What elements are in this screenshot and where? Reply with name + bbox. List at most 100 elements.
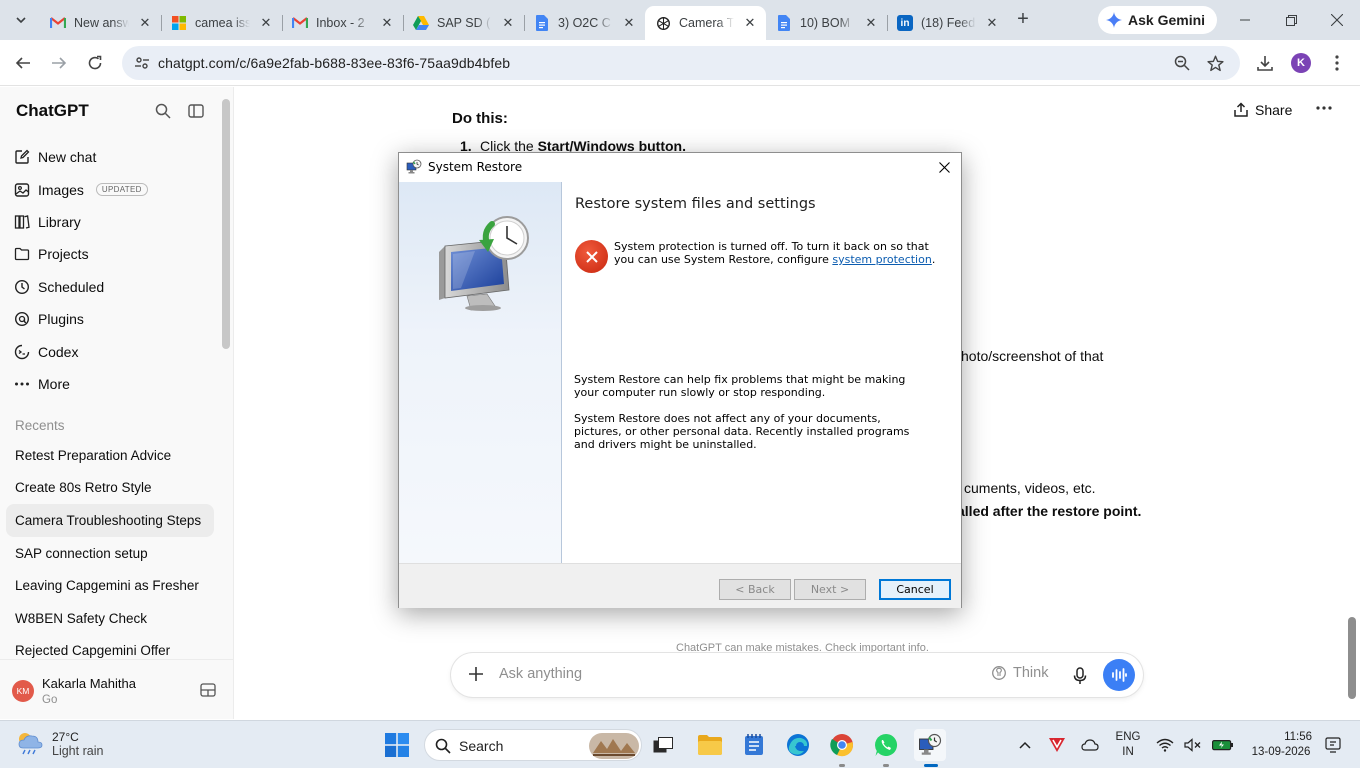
task-view-icon (653, 737, 673, 753)
bookmark-star-icon[interactable] (1205, 53, 1225, 73)
weather-widget[interactable]: 27°C Light rain (16, 730, 103, 758)
dialog-body: Restore system files and settings System… (563, 182, 961, 563)
task-view-button[interactable] (647, 729, 679, 761)
start-button[interactable] (381, 729, 413, 761)
back-button[interactable] (8, 48, 38, 78)
taskbar-search[interactable]: Search (424, 729, 642, 761)
address-bar[interactable]: chatgpt.com/c/6a9e2fab-b688-83ee-83f6-75… (122, 46, 1240, 80)
cancel-button[interactable]: Cancel (879, 579, 951, 600)
chatgpt-brand[interactable]: ChatGPT (16, 101, 89, 121)
site-settings-icon[interactable] (134, 55, 150, 74)
system-restore-dialog: System Restore Restore system files and … (398, 152, 962, 608)
back-button[interactable]: < Back (719, 579, 791, 600)
wifi-tray-icon[interactable] (1150, 729, 1180, 761)
sidebar-item-label: Scheduled (38, 278, 105, 295)
browser-tab[interactable]: in (18) Feed ✕ (887, 6, 1008, 40)
notifications-button[interactable] (1318, 729, 1348, 761)
conversation-options-button[interactable] (1313, 97, 1335, 119)
onedrive-tray-icon[interactable] (1075, 729, 1105, 761)
share-button[interactable]: Share (1233, 99, 1292, 121)
sidebar-item-projects[interactable]: Projects (6, 238, 216, 270)
browser-tab[interactable]: 3) O2C C ✕ (524, 6, 645, 40)
gmail-icon (292, 15, 308, 31)
new-tab-button[interactable]: + (1012, 8, 1034, 30)
sidebar-item-new-chat[interactable]: New chat (6, 141, 216, 173)
clock[interactable]: 11:56 13-09-2026 (1246, 730, 1316, 760)
sidebar-item-codex[interactable]: Codex (6, 335, 216, 367)
input-language-indicator[interactable]: ENG IN (1110, 730, 1146, 760)
notepad-button[interactable] (738, 729, 770, 761)
sidebar-item-label: More (38, 375, 70, 392)
forward-button[interactable] (44, 48, 74, 78)
chat-scrollbar[interactable] (1348, 617, 1356, 699)
file-explorer-button[interactable] (694, 729, 726, 761)
edge-button[interactable] (782, 729, 814, 761)
think-label: Think (1013, 665, 1049, 681)
volume-tray-icon[interactable] (1178, 729, 1208, 761)
reload-button[interactable] (80, 48, 110, 78)
browser-tab[interactable]: camea iss ✕ (161, 6, 282, 40)
close-icon[interactable]: ✕ (500, 15, 516, 31)
dialog-side-panel (399, 182, 562, 563)
dialog-title-bar[interactable]: System Restore (399, 153, 961, 182)
battery-tray-icon[interactable] (1208, 729, 1238, 761)
apps-icon[interactable] (200, 683, 216, 697)
system-protection-link[interactable]: system protection (832, 253, 931, 266)
show-hidden-icons-button[interactable] (1010, 729, 1040, 761)
browser-menu-button[interactable] (1322, 48, 1352, 78)
antivirus-tray-icon[interactable] (1042, 729, 1072, 761)
dialog-title: System Restore (428, 160, 523, 174)
browser-tab[interactable]: Inbox - 2 ✕ (282, 6, 403, 40)
battery-charging-icon (1212, 740, 1233, 751)
recent-chat-item[interactable]: Retest Preparation Advice (6, 439, 214, 472)
answer-text-fragment: cuments, videos, etc. (964, 480, 1096, 496)
volume-muted-icon (1184, 738, 1201, 752)
close-icon[interactable]: ✕ (984, 15, 1000, 31)
close-icon[interactable]: ✕ (137, 15, 153, 31)
message-composer[interactable]: Ask anything Think (451, 653, 1143, 697)
search-chats-button[interactable] (153, 101, 173, 121)
restore-button[interactable] (1268, 0, 1314, 40)
browser-tab[interactable]: 10) BOM ✕ (766, 6, 887, 40)
docs-icon (776, 15, 792, 31)
next-button[interactable]: Next > (794, 579, 866, 600)
close-icon[interactable]: ✕ (258, 15, 274, 31)
browser-tab-active[interactable]: Camera T ✕ (645, 6, 766, 40)
close-icon[interactable]: ✕ (742, 15, 758, 31)
close-icon[interactable]: ✕ (379, 15, 395, 31)
minimize-button[interactable] (1222, 0, 1268, 40)
dictate-button[interactable] (1069, 665, 1091, 687)
close-window-button[interactable] (1314, 0, 1360, 40)
tab-search-button[interactable] (8, 7, 34, 33)
close-icon[interactable]: ✕ (863, 15, 879, 31)
rain-cloud-icon (18, 733, 43, 755)
whatsapp-button[interactable] (870, 729, 902, 761)
browser-tab[interactable]: SAP SD ( ✕ (403, 6, 524, 40)
close-icon[interactable]: ✕ (621, 15, 637, 31)
sidebar-item-plugins[interactable]: Plugins (6, 303, 216, 335)
recent-chat-item-active[interactable]: Camera Troubleshooting Steps (6, 504, 214, 537)
recent-chat-item[interactable]: Create 80s Retro Style (6, 472, 214, 505)
dialog-close-button[interactable] (929, 155, 959, 180)
profile-avatar[interactable]: K (1291, 53, 1311, 73)
zoom-icon[interactable] (1172, 53, 1192, 73)
attach-button[interactable] (465, 663, 487, 685)
chrome-button[interactable] (826, 729, 858, 761)
sidebar-item-scheduled[interactable]: Scheduled (6, 271, 216, 303)
toggle-sidebar-button[interactable] (186, 101, 206, 121)
recent-chat-item[interactable]: Leaving Capgemini as Fresher (6, 569, 214, 602)
sidebar-item-more[interactable]: More (6, 368, 216, 400)
message-input[interactable]: Ask anything (499, 666, 582, 682)
think-button[interactable]: Think (991, 665, 1048, 681)
sidebar-scrollbar[interactable] (222, 99, 230, 349)
sidebar-item-library[interactable]: Library (6, 206, 216, 238)
downloads-button[interactable] (1250, 48, 1280, 78)
user-profile-row[interactable]: KM Kakarla Mahitha Go (0, 659, 233, 719)
recent-chat-item[interactable]: W8BEN Safety Check (6, 602, 214, 635)
ask-gemini-button[interactable]: Ask Gemini (1098, 6, 1218, 34)
sidebar-item-images[interactable]: Images UPDATED (6, 173, 216, 205)
system-restore-taskbar-button[interactable] (914, 729, 946, 761)
browser-tab[interactable]: New answ ✕ (40, 6, 161, 40)
recent-chat-item[interactable]: SAP connection setup (6, 537, 214, 570)
voice-mode-button[interactable] (1103, 659, 1135, 691)
